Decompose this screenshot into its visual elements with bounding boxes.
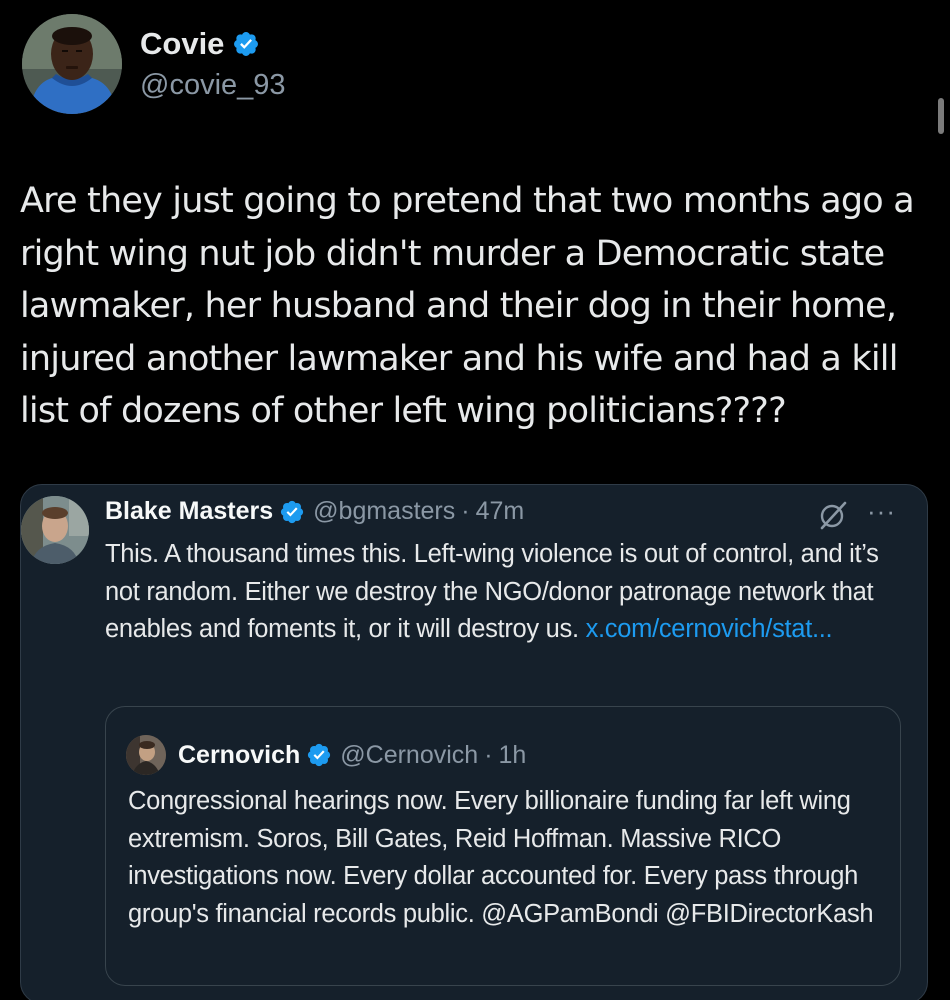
verified-badge-icon [308,743,331,767]
grok-icon[interactable] [817,499,849,531]
post-screenshot: Covie @covie_93 Are they just going to p… [0,0,950,1000]
quoted-post-link[interactable]: x.com/cernovich/stat... [586,615,833,643]
nested-author-handle[interactable]: @Cernovich [340,741,478,770]
avatar[interactable] [22,14,122,114]
author-handle[interactable]: @covie_93 [140,67,286,103]
quoted-post-text: This. A thousand times this. Left-wing v… [105,536,910,649]
author-names: Covie @covie_93 [140,25,286,103]
quoted-avatar-image [21,496,89,564]
nested-author-avatar[interactable] [126,735,166,775]
nested-avatar-image [126,735,166,775]
faded-header-artifact [764,22,914,62]
author-display-name-row[interactable]: Covie [140,25,286,63]
quoted-author-display-name[interactable]: Blake Masters [105,497,273,526]
quoted-author-avatar[interactable] [21,496,89,564]
nested-author-display-name[interactable]: Cernovich [178,741,300,770]
quoted-post-header: Blake Masters @bgmasters · 47m [105,497,524,526]
author-header: Covie @covie_93 [22,14,286,114]
separator-dot: · [461,497,470,525]
scrollbar-thumb[interactable] [938,98,944,134]
nested-post-header: Cernovich @Cernovich · 1h [126,735,526,775]
quoted-post-card[interactable]: Blake Masters @bgmasters · 47m ··· This.… [20,484,928,1000]
quoted-post-time[interactable]: 47m [476,497,525,526]
nested-post-text: Congressional hearings now. Every billio… [128,787,874,928]
nested-post-time[interactable]: 1h [499,741,527,770]
author-display-name[interactable]: Covie [140,25,224,63]
avatar-image [22,14,122,114]
more-options-icon[interactable]: ··· [867,497,896,525]
verified-badge-icon [281,500,304,523]
verified-badge-icon [234,32,259,56]
quoted-author-handle[interactable]: @bgmasters [313,497,455,526]
nested-quoted-post-card[interactable]: Cernovich @Cernovich · 1h Congressional … [105,706,901,986]
separator-dot: · [484,740,493,769]
post-text: Are they just going to pretend that two … [20,181,915,431]
